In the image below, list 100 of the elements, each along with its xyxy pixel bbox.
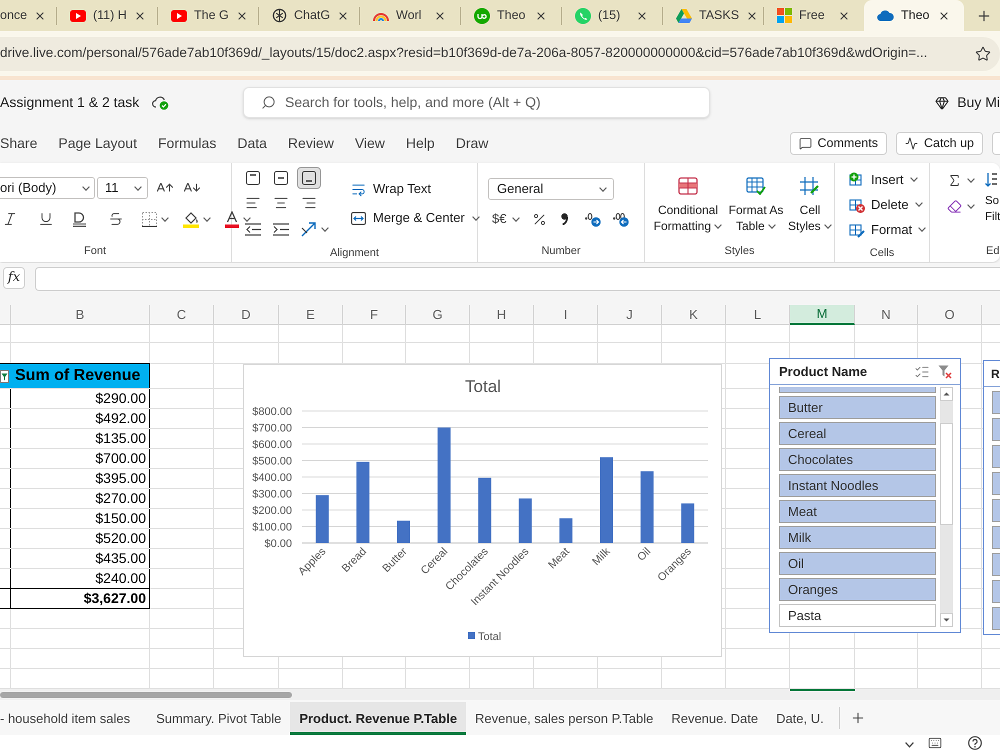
slicer-item[interactable]: Meat bbox=[779, 500, 936, 523]
diagonal-arrow-icon[interactable] bbox=[301, 222, 316, 237]
sheet-tab[interactable]: Revenue. Date bbox=[662, 702, 768, 735]
increase-decimal-icon[interactable] bbox=[585, 212, 602, 226]
comma-icon[interactable] bbox=[561, 213, 568, 225]
close-icon[interactable] bbox=[134, 10, 146, 22]
borders-icon[interactable] bbox=[142, 212, 157, 226]
wrap-text-button[interactable]: Wrap Text bbox=[351, 178, 480, 200]
close-icon[interactable] bbox=[434, 10, 446, 22]
sort-icon[interactable] bbox=[985, 172, 998, 188]
formula-input[interactable] bbox=[35, 267, 1000, 291]
italic-icon[interactable] bbox=[2, 211, 18, 227]
slicer-item[interactable]: Instant Noodles bbox=[779, 474, 936, 497]
column-header[interactable]: F bbox=[343, 305, 406, 325]
scrollbar-thumb[interactable] bbox=[940, 423, 953, 525]
browser-tab[interactable]: (15) bbox=[562, 0, 662, 31]
chevron-down-icon[interactable] bbox=[918, 227, 926, 232]
column-header[interactable]: G bbox=[406, 305, 470, 325]
sort-filter-button[interactable]: So Filt bbox=[985, 193, 1000, 225]
double-underline-icon[interactable] bbox=[73, 212, 86, 226]
menu-tab[interactable]: Page Layout bbox=[58, 130, 137, 157]
strikethrough-icon[interactable] bbox=[108, 211, 124, 227]
percent-icon[interactable] bbox=[532, 212, 548, 226]
chevron-down-icon[interactable] bbox=[472, 216, 480, 220]
chevron-down-icon[interactable] bbox=[82, 186, 90, 190]
font-name-dropdown[interactable]: ori (Body) bbox=[0, 177, 95, 199]
browser-tab[interactable]: TASKS bbox=[663, 0, 763, 31]
menu-tab[interactable]: View bbox=[354, 130, 385, 157]
highlighted-table-icon[interactable] bbox=[678, 177, 698, 195]
chevron-down-icon[interactable] bbox=[768, 224, 776, 230]
sheet-tab[interactable]: Revenue, sales person P.Table bbox=[466, 702, 662, 735]
ribbon-button[interactable]: Format As Table bbox=[726, 163, 786, 238]
browser-tab[interactable]: Free bbox=[764, 0, 864, 31]
chevron-down-icon[interactable] bbox=[203, 216, 211, 222]
browser-tab[interactable]: once bbox=[0, 0, 56, 31]
column-header[interactable]: L bbox=[726, 305, 790, 325]
close-icon[interactable] bbox=[535, 10, 547, 22]
column-header[interactable]: C bbox=[150, 305, 214, 325]
chevron-down-icon[interactable] bbox=[967, 178, 975, 182]
sheet-tab[interactable]: Date, U. bbox=[767, 702, 833, 735]
column-header[interactable]: B bbox=[11, 305, 150, 325]
increase-indent-icon[interactable] bbox=[273, 222, 289, 236]
decrease-decimal-icon[interactable] bbox=[613, 212, 630, 226]
ribbon-button[interactable]: Cell Styles bbox=[786, 163, 834, 238]
chevron-down-icon[interactable] bbox=[910, 177, 918, 182]
table-format-icon[interactable] bbox=[849, 222, 865, 238]
search-field[interactable]: Search for tools, help, and more (Alt + Q) bbox=[243, 87, 710, 118]
chevron-down-icon[interactable] bbox=[905, 742, 914, 748]
sheet-tab[interactable]: Summary. Pivot Table bbox=[147, 702, 290, 735]
menu-tab[interactable]: Draw bbox=[456, 130, 488, 157]
bookmark-star-icon[interactable] bbox=[975, 46, 991, 62]
ribbon-button[interactable]: Delete bbox=[849, 194, 929, 215]
slicer-item[interactable]: Chocolates bbox=[779, 448, 936, 471]
slicer-item[interactable]: Milk bbox=[779, 526, 936, 549]
close-icon[interactable] bbox=[838, 10, 850, 22]
table-remove-icon[interactable] bbox=[849, 196, 865, 212]
column-header[interactable]: J bbox=[598, 305, 662, 325]
menu-tab[interactable]: Share bbox=[0, 130, 38, 157]
grid-pen-icon[interactable] bbox=[800, 177, 820, 195]
chevron-down-icon[interactable] bbox=[824, 224, 832, 230]
slicer-item[interactable]: Oil bbox=[779, 552, 936, 575]
keyboard-icon[interactable] bbox=[928, 736, 942, 750]
chevron-down-icon[interactable] bbox=[243, 216, 251, 222]
column-header[interactable]: N bbox=[855, 305, 918, 325]
fill-color-icon[interactable] bbox=[183, 210, 199, 228]
help-icon[interactable] bbox=[968, 736, 982, 750]
close-icon[interactable] bbox=[746, 10, 758, 22]
close-icon[interactable] bbox=[236, 10, 248, 22]
scrollbar-thumb[interactable] bbox=[0, 692, 292, 698]
eraser-icon[interactable] bbox=[947, 198, 962, 214]
font-color-icon[interactable] bbox=[225, 210, 239, 228]
document-title[interactable]: Assignment 1 & 2 task bbox=[0, 94, 140, 110]
column-header[interactable]: K bbox=[662, 305, 726, 325]
decrease-indent-icon[interactable] bbox=[245, 222, 261, 236]
menu-tab[interactable]: Data bbox=[237, 130, 267, 157]
merge-center-button[interactable]: Merge & Center bbox=[351, 207, 480, 229]
chevron-down-icon[interactable] bbox=[714, 224, 722, 230]
function-button[interactable]: fx bbox=[3, 267, 25, 289]
chevron-down-icon[interactable] bbox=[134, 186, 142, 190]
ribbon-button[interactable]: Format bbox=[849, 219, 929, 240]
font-size-dropdown[interactable]: 11 bbox=[97, 177, 148, 199]
clear-filter-icon[interactable] bbox=[938, 364, 952, 378]
slicer-item[interactable]: Pasta bbox=[779, 604, 936, 627]
browser-tab[interactable]: (11) H bbox=[57, 0, 157, 31]
buy-button[interactable]: Buy Mi bbox=[931, 92, 1000, 113]
close-icon[interactable] bbox=[337, 10, 350, 22]
toolbar-button[interactable]: Comments bbox=[790, 132, 887, 155]
filter-dropdown-icon[interactable] bbox=[0, 370, 9, 382]
browser-tab[interactable]: ChatG bbox=[259, 0, 359, 31]
menu-tab[interactable]: Review bbox=[288, 130, 334, 157]
close-icon[interactable] bbox=[636, 10, 648, 22]
column-header[interactable]: I bbox=[534, 305, 598, 325]
column-header[interactable]: E bbox=[279, 305, 343, 325]
currency-button[interactable]: $€ bbox=[492, 209, 520, 229]
sheet-tab[interactable]: Product. Revenue P.Table bbox=[290, 702, 466, 735]
underline-icon[interactable] bbox=[38, 211, 54, 227]
browser-tab[interactable]: The G bbox=[158, 0, 258, 31]
vertical-align-icon[interactable] bbox=[297, 167, 321, 189]
menu-tab[interactable]: Formulas bbox=[158, 130, 216, 157]
ribbon-button[interactable]: Conditional Formatting bbox=[650, 163, 726, 238]
